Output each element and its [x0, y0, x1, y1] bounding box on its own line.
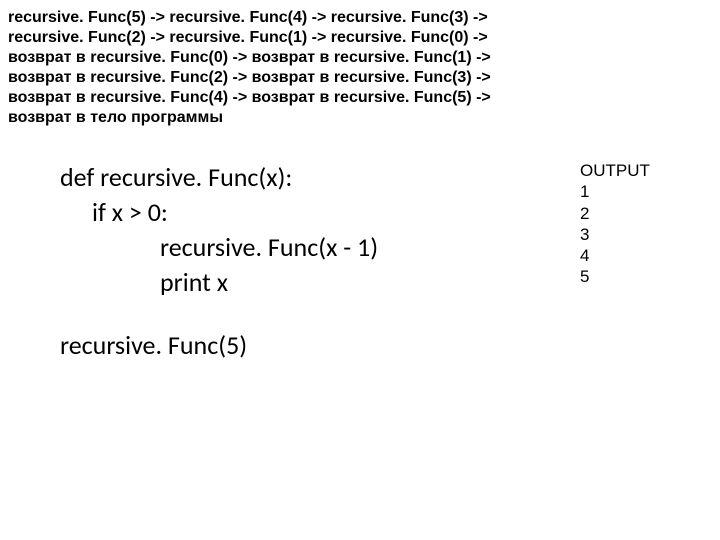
- trace-line: recursive. Func(2) -> recursive. Func(1)…: [8, 28, 491, 48]
- trace-line: возврат в тело программы: [8, 108, 491, 128]
- code-line-recurse: recursive. Func(x - 1): [60, 230, 378, 265]
- output-value: 2: [580, 203, 650, 224]
- trace-line: возврат в recursive. Func(4) -> возврат …: [8, 88, 491, 108]
- code-line-print: print x: [60, 265, 378, 300]
- output-value: 1: [580, 181, 650, 202]
- trace-line: возврат в recursive. Func(0) -> возврат …: [8, 48, 491, 68]
- output-value: 3: [580, 224, 650, 245]
- code-line-if: if x > 0:: [60, 195, 378, 230]
- code-line-def: def recursive. Func(x):: [60, 160, 378, 195]
- output-block: OUTPUT 1 2 3 4 5: [580, 160, 650, 288]
- output-title: OUTPUT: [580, 160, 650, 181]
- trace-line: recursive. Func(5) -> recursive. Func(4)…: [8, 8, 491, 28]
- code-line-call: recursive. Func(5): [60, 328, 378, 363]
- output-value: 5: [580, 266, 650, 287]
- code-block: def recursive. Func(x): if x > 0: recurs…: [60, 160, 378, 363]
- trace-line: возврат в recursive. Func(2) -> возврат …: [8, 68, 491, 88]
- output-value: 4: [580, 245, 650, 266]
- call-trace: recursive. Func(5) -> recursive. Func(4)…: [8, 8, 491, 128]
